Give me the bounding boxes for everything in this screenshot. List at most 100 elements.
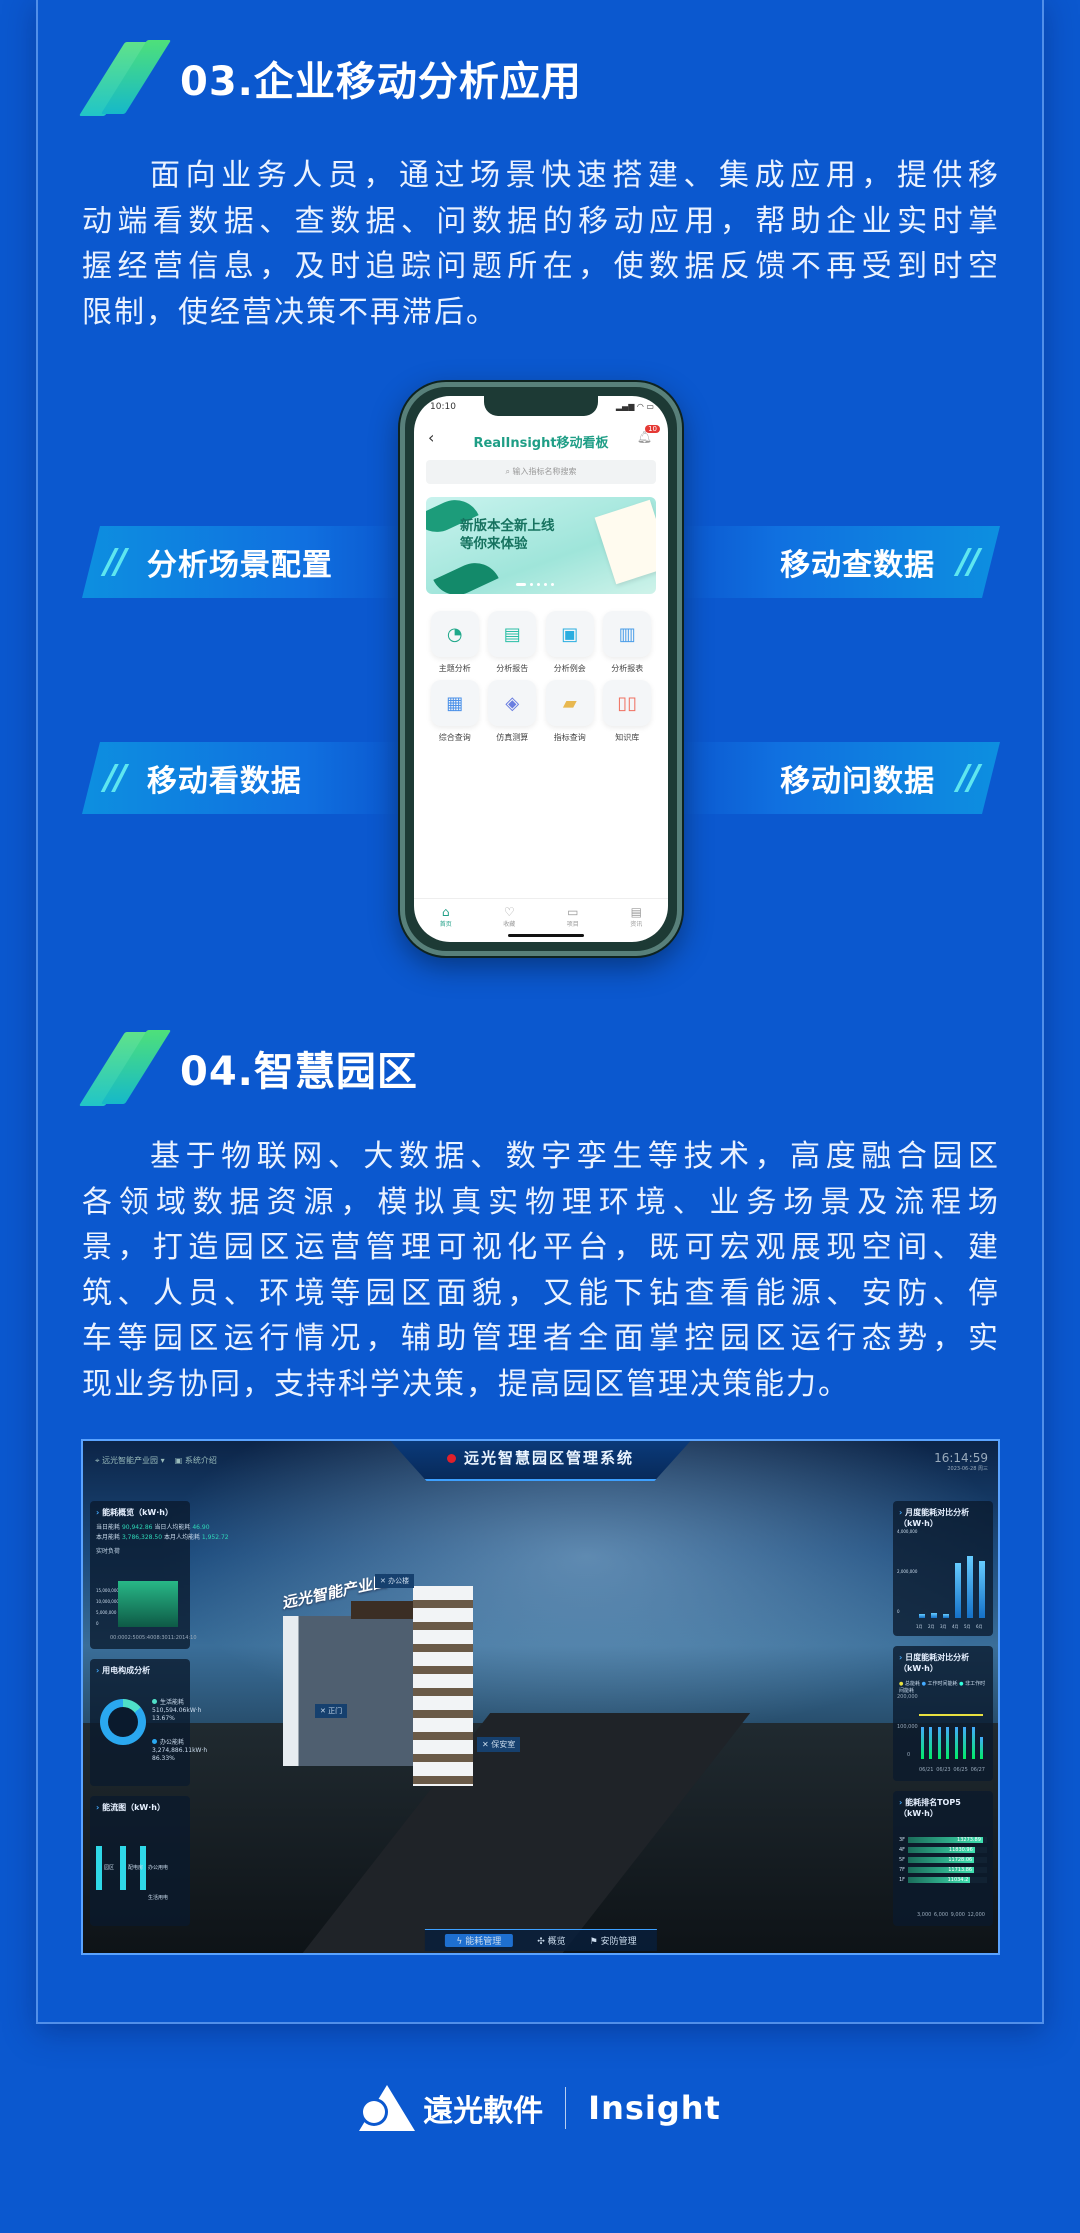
x-tick: 12,000	[967, 1912, 985, 1918]
book-icon: ▯▯	[603, 680, 652, 726]
y-tick: 5,000,000	[96, 1610, 117, 1615]
smart-park-dashboard: 远光智能产业园 ✕ 办公楼 ✕ 正门 ✕ 保安室 远光智慧园区管理系统 ⌖ 远光…	[81, 1439, 1000, 1955]
ygsoft-logo-icon	[359, 2085, 416, 2131]
top5-row: 3F 13273.89	[899, 1837, 987, 1843]
x-tick: 11:20	[167, 1635, 183, 1641]
feature-meeting[interactable]: ▣ 分析例会	[541, 611, 599, 674]
top5-row: 5F 11728.06	[899, 1857, 987, 1863]
feature-bar-chart[interactable]: ▥ 分析报表	[599, 611, 657, 674]
floor-label: 5F	[899, 1857, 906, 1863]
y-tick: 15,000,000	[96, 1588, 119, 1593]
top5-row: 7F 11713.86	[899, 1867, 987, 1873]
phone-mockup: 10:10 ▂▄▆ ◠ ▭ ‹ RealInsight移动看板 🔔︎ 10 ⌕ …	[400, 382, 682, 956]
monthly-bar	[919, 1613, 925, 1618]
paper-decoration	[594, 499, 656, 585]
floor-label: 3F	[899, 1837, 906, 1843]
tab-security-management[interactable]: ⚑ 安防管理	[590, 1934, 637, 1947]
feature-folder-search[interactable]: ▰ 指标查询	[541, 680, 599, 743]
slash-icon: //	[957, 758, 978, 798]
tab-item[interactable]: ▤ 资讯	[630, 905, 642, 928]
y-tick: 10,000,000	[96, 1599, 119, 1604]
tab-item[interactable]: ⌂ 首页	[440, 905, 452, 928]
realtime-load-area	[118, 1581, 178, 1627]
feature-book[interactable]: ▯▯ 知识库	[599, 680, 657, 743]
paragraph-line: 动端看数据、查数据、问数据的移动应用，帮助企业实时掌	[82, 203, 1000, 239]
panel-energy-flow: 能流图（kW·h） 园区 配电房 办公用电 生活用电	[90, 1796, 190, 1926]
paragraph-line: 筑、人员、环境等园区面貌，又能下钻查看能源、安防、停	[82, 1275, 1000, 1311]
gate-label[interactable]: ✕ 正门	[315, 1704, 348, 1718]
carousel-dots[interactable]	[516, 583, 554, 586]
search-input[interactable]: ⌕ 输入指标名称搜索	[426, 460, 656, 484]
tab-item[interactable]: ♡ 收藏	[503, 905, 515, 928]
security-label[interactable]: ✕ 保安室	[477, 1737, 521, 1752]
system-intro-link[interactable]: 系统介绍	[185, 1456, 217, 1465]
daily-bar	[971, 1727, 975, 1759]
dashboard-clock: 16:14:59 2023-06-28 周三	[934, 1451, 988, 1472]
feature-clipboard[interactable]: ▤ 分析报告	[484, 611, 542, 674]
x-tick: 14:10	[182, 1635, 197, 1641]
feature-label: 分析报表	[611, 664, 644, 673]
feature-label: 综合查询	[438, 733, 471, 742]
tab-icon: ♡	[503, 905, 515, 919]
feature-label: 指标查询	[553, 733, 586, 742]
x-tick: 1月	[916, 1624, 923, 1629]
tag-label: 移动看数据	[146, 764, 302, 799]
tag-mobile-view-data: // 移动看数据	[82, 742, 400, 814]
cube-icon: ◈	[488, 680, 537, 726]
section-4-title: 04.智慧园区	[180, 1049, 418, 1095]
tab-overview[interactable]: ✣ 概览	[537, 1934, 565, 1947]
feature-cube[interactable]: ◈ 仿真测算	[484, 680, 542, 743]
daily-bar	[954, 1727, 958, 1759]
panel-top5-energy: 能耗排名TOP5（kW·h） 3F13273.894F11830.965F117…	[893, 1791, 993, 1926]
tag-analysis-scene-config: // 分析场景配置	[82, 526, 400, 598]
leaf-decoration	[433, 554, 499, 594]
tag-mobile-query-data: 移动查数据 //	[682, 526, 1000, 598]
panel-daily-energy: 日度能耗对比分析（kW·h） ● 总能耗 ● 工作时间能耗 ● 非工作时间能耗 …	[893, 1646, 993, 1781]
daily-bar	[921, 1727, 924, 1759]
feature-label: 仿真测算	[496, 733, 529, 742]
paragraph-line: 现业务协同，支持科学决策，提高园区管理决策能力。	[82, 1366, 850, 1402]
x-tick: 06/21	[919, 1767, 934, 1773]
x-tick: 06/23	[936, 1767, 951, 1773]
daily-y-tick: 100,000	[897, 1724, 918, 1730]
phone-screen: 10:10 ▂▄▆ ◠ ▭ ‹ RealInsight移动看板 🔔︎ 10 ⌕ …	[414, 396, 668, 942]
panel-monthly-energy: 月度能耗对比分析（kW·h） 1月2月3月4月5月6月4,000,0002,00…	[893, 1501, 993, 1636]
section-4-header: 04.智慧园区	[78, 1030, 418, 1106]
x-tick: 5月	[964, 1624, 971, 1629]
location-selector[interactable]: ⌖ 远光智能产业园 ▾ ▣ 系统介绍	[95, 1455, 217, 1466]
search-placeholder: 输入指标名称搜索	[512, 467, 577, 476]
top5-row: 4F 11830.96	[899, 1847, 987, 1853]
dashboard-tabs: ϟ 能耗管理 ✣ 概览 ⚑ 安防管理	[424, 1929, 657, 1951]
section-3-title: 03.企业移动分析应用	[180, 59, 582, 105]
daily-bar	[946, 1727, 950, 1759]
feature-label: 分析报告	[496, 664, 529, 673]
feature-grid-search[interactable]: ▦ 综合查询	[426, 680, 484, 743]
ygsoft-logo: 遠光軟件	[359, 2085, 543, 2131]
x-tick: 02:50	[124, 1635, 139, 1641]
home-indicator	[508, 934, 584, 937]
tag-label: 分析场景配置	[146, 548, 333, 583]
clipboard-icon: ▤	[488, 611, 537, 657]
tab-icon: ▤	[630, 905, 642, 919]
folder-search-icon: ▰	[545, 680, 594, 726]
slash-icon: //	[104, 758, 127, 798]
promo-banner[interactable]: 新版本全新上线 等你来体验	[426, 497, 656, 594]
status-time: 10:10	[430, 402, 456, 412]
section-3-paragraph: 面向业务人员，通过场景快速搭建、集成应用，提供移 动端看数据、查数据、问数据的移…	[82, 153, 1000, 335]
insight-logo: Insight	[588, 2089, 721, 2127]
notification-badge: 10	[645, 425, 660, 433]
office-label[interactable]: ✕ 办公楼	[375, 1574, 415, 1588]
total-energy-line	[919, 1714, 983, 1716]
x-tick: 05:40	[138, 1635, 154, 1641]
top5-bar: 11034.2	[908, 1877, 971, 1883]
paragraph-line: 限制，使经营决策不再滞后。	[82, 294, 498, 330]
top5-row: 1F 11034.2	[899, 1877, 987, 1883]
y-tick: 0	[96, 1621, 99, 1626]
tab-item[interactable]: ▭ 项目	[567, 905, 579, 928]
tab-energy-management[interactable]: ϟ 能耗管理	[444, 1934, 514, 1947]
feature-pie-chart[interactable]: ◔ 主题分析	[426, 611, 484, 674]
feature-label: 主题分析	[438, 664, 471, 673]
top5-bar: 11713.86	[908, 1867, 975, 1873]
x-tick: 06/25	[953, 1767, 968, 1773]
feature-label: 知识库	[615, 733, 640, 742]
